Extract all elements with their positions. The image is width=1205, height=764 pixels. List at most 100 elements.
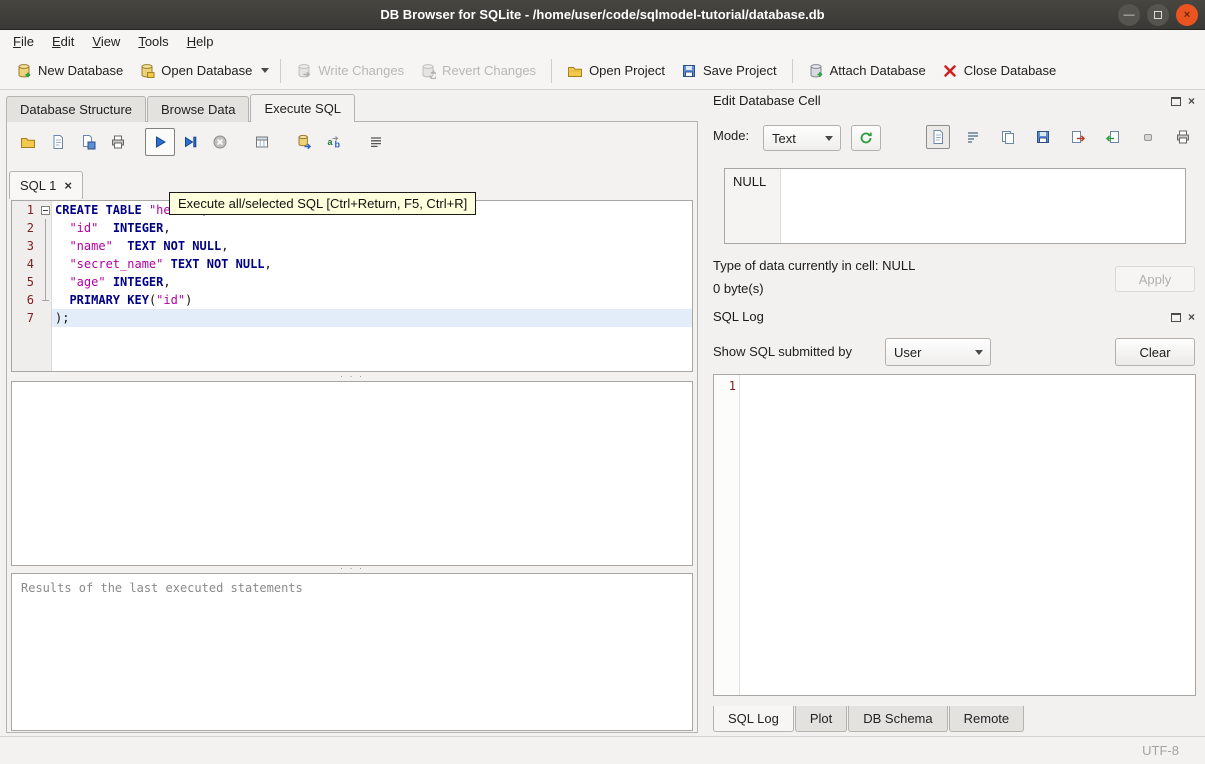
code-text: "id" INTEGER,: [69, 221, 171, 235]
print-sql-button[interactable]: [103, 128, 133, 156]
import-cell-icon: [1105, 131, 1119, 143]
fold-marker-icon[interactable]: [38, 201, 52, 219]
log-filter-select[interactable]: User: [885, 338, 991, 366]
execute-line-button[interactable]: [175, 128, 205, 156]
edit-cell-header: Edit Database Cell ×: [705, 90, 1201, 114]
minimize-icon[interactable]: —: [1118, 4, 1140, 26]
open-database-dropdown[interactable]: [260, 63, 273, 78]
dock-tab-sql-log[interactable]: SQL Log: [713, 706, 794, 732]
export-results-button[interactable]: [289, 128, 319, 156]
menu-edit[interactable]: Edit: [43, 32, 83, 51]
open-sql-file-button[interactable]: [13, 128, 43, 156]
code-line[interactable]: 6 PRIMARY KEY("id"): [12, 291, 692, 309]
sql-editor[interactable]: 1CREATE TABLE "hero" (2 "id" INTEGER,3 "…: [11, 200, 693, 372]
format-sql-button[interactable]: [361, 128, 391, 156]
save-project-icon: [682, 64, 695, 77]
save-sql-as-button[interactable]: [73, 128, 103, 156]
write-changes-button[interactable]: Write Changes: [288, 58, 412, 84]
code-line[interactable]: 4 "secret_name" TEXT NOT NULL,: [12, 255, 692, 273]
save-cell-button[interactable]: [1031, 125, 1055, 149]
line-number: 7: [26, 311, 34, 325]
menu-file[interactable]: File: [4, 32, 43, 51]
text-view-icon: [933, 130, 943, 144]
word-wrap-button[interactable]: [961, 125, 985, 149]
print-cell-button[interactable]: [1171, 125, 1195, 149]
stop-button[interactable]: [205, 128, 235, 156]
sql-toolbar: a b: [13, 127, 391, 157]
titlebar[interactable]: DB Browser for SQLite - /home/user/code/…: [0, 0, 1205, 30]
tab-execute-sql[interactable]: Execute SQL: [250, 94, 356, 122]
copy-cell-button[interactable]: [996, 125, 1020, 149]
refresh-cell-button[interactable]: [851, 125, 881, 151]
cell-type-info: Type of data currently in cell: NULL: [713, 258, 916, 273]
log-filter-value: User: [894, 344, 922, 360]
float-dock-icon[interactable]: [1170, 96, 1181, 106]
dock-tab-remote[interactable]: Remote: [948, 706, 1025, 732]
tab-database-structure[interactable]: Database Structure: [6, 96, 147, 122]
dock-tab-plot[interactable]: Plot: [794, 706, 848, 732]
null-cell-icon: [1144, 134, 1152, 141]
mode-select[interactable]: Text: [763, 125, 841, 151]
save-results-icon: [256, 136, 268, 148]
sql-editor-tab[interactable]: SQL 1 ×: [9, 171, 83, 199]
line-number: 3: [26, 239, 34, 253]
refresh-icon: [860, 132, 872, 144]
save-results-button[interactable]: [247, 128, 277, 156]
edit-cell-toolbar: Mode: Text: [705, 122, 1205, 152]
close-database-button[interactable]: Close Database: [934, 58, 1065, 84]
results-message-panel[interactable]: Results of the last executed statements: [11, 573, 693, 731]
open-database-button[interactable]: Open Database: [131, 58, 260, 84]
import-cell-button[interactable]: [1101, 125, 1125, 149]
clear-log-button[interactable]: Clear: [1115, 338, 1195, 366]
new-database-button[interactable]: New Database: [8, 58, 131, 84]
tab-browse-data[interactable]: Browse Data: [147, 96, 250, 122]
sql-code-lines: 1CREATE TABLE "hero" (2 "id" INTEGER,3 "…: [12, 201, 692, 327]
dock-area: Edit Database Cell × Mode: Text NULL Typ…: [705, 90, 1205, 736]
revert-changes-button[interactable]: Revert Changes: [412, 58, 544, 84]
line-number: 4: [26, 257, 34, 271]
close-icon[interactable]: ×: [1176, 4, 1198, 26]
close-tab-icon[interactable]: ×: [64, 178, 72, 193]
results-placeholder: Results of the last executed statements: [21, 581, 303, 595]
open-sql-file-icon: [21, 138, 35, 148]
line-number: 5: [26, 275, 34, 289]
sql-log-view[interactable]: 1: [713, 374, 1196, 696]
dock-tab-bar: SQL Log Plot DB Schema Remote: [713, 706, 1025, 732]
code-line[interactable]: 7);: [12, 309, 692, 327]
fold-column: [38, 309, 52, 327]
attach-database-button[interactable]: Attach Database: [800, 58, 934, 84]
menu-view[interactable]: View: [83, 32, 129, 51]
float-dock-icon[interactable]: [1170, 312, 1181, 322]
code-line[interactable]: 2 "id" INTEGER,: [12, 219, 692, 237]
results-grid[interactable]: [11, 381, 693, 566]
save-project-button[interactable]: Save Project: [673, 58, 785, 84]
null-cell-button[interactable]: [1136, 125, 1160, 149]
menu-tools[interactable]: Tools: [129, 32, 177, 51]
export-cell-button[interactable]: [1066, 125, 1090, 149]
save-sql-file-button[interactable]: [43, 128, 73, 156]
menu-help[interactable]: Help: [178, 32, 223, 51]
autocomplete-button[interactable]: a b: [319, 128, 349, 156]
new-database-icon: [18, 63, 31, 77]
splitter-handle[interactable]: · · ·: [11, 564, 693, 573]
save-sql-as-icon: [83, 135, 96, 150]
encoding-indicator: UTF-8: [1142, 743, 1179, 758]
apply-button[interactable]: Apply: [1115, 266, 1195, 292]
save-cell-icon: [1037, 131, 1049, 143]
maximize-icon[interactable]: [1147, 4, 1169, 26]
code-line[interactable]: 3 "name" TEXT NOT NULL,: [12, 237, 692, 255]
code-line[interactable]: 5 "age" INTEGER,: [12, 273, 692, 291]
mode-label: Mode:: [713, 128, 750, 143]
code-text: "name" TEXT NOT NULL,: [69, 239, 229, 253]
close-dock-icon[interactable]: ×: [1188, 311, 1195, 323]
close-dock-icon[interactable]: ×: [1188, 95, 1195, 107]
app-window: DB Browser for SQLite - /home/user/code/…: [0, 0, 1205, 764]
execute-all-button[interactable]: [145, 128, 175, 156]
cell-value-editor[interactable]: NULL: [724, 168, 1186, 244]
splitter-handle[interactable]: · · ·: [11, 372, 693, 381]
format-sql-icon: [371, 137, 381, 148]
open-project-button[interactable]: Open Project: [559, 58, 673, 84]
log-line-number: 1: [728, 379, 736, 393]
text-view-button[interactable]: [926, 125, 950, 149]
dock-tab-db-schema[interactable]: DB Schema: [848, 706, 948, 732]
